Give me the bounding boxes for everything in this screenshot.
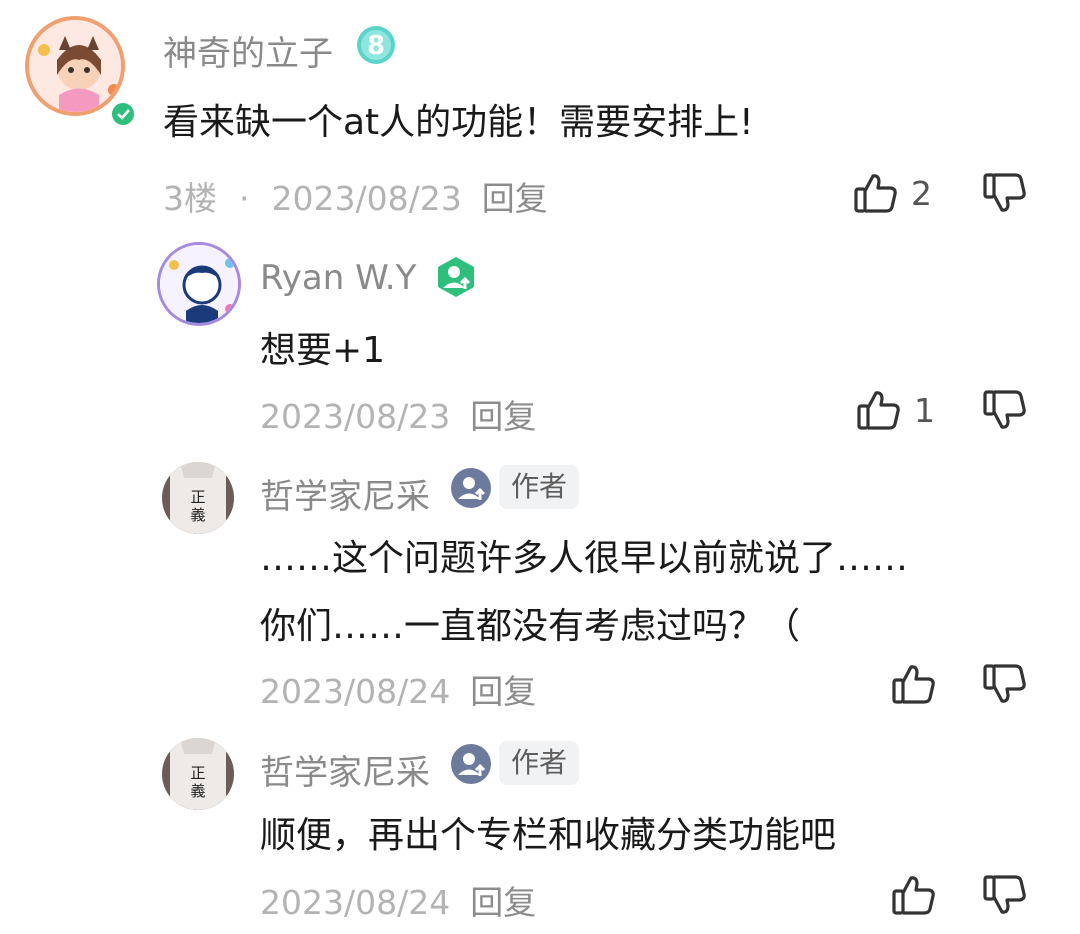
separator: · [239, 179, 250, 218]
author-tag: 作者 [499, 465, 580, 509]
avatar-image [160, 245, 238, 323]
like-button[interactable]: 2 [853, 170, 932, 216]
svg-text:義: 義 [190, 506, 205, 524]
comment-text-line-2: 你们……一直都没有考虑过吗？（ [260, 606, 801, 647]
comment-text: 想要+1 [260, 330, 386, 371]
author-tag: 作者 [499, 741, 580, 785]
thumbs-up-icon [856, 387, 902, 433]
reply-button[interactable]: 回复 [482, 179, 548, 218]
avatar-image: 正 義 [162, 462, 234, 534]
comment-date: 2023/08/23 [271, 179, 462, 218]
thumbs-up-icon [891, 872, 937, 918]
floor-number: 3楼 [163, 179, 217, 218]
reply-button[interactable]: 回复 [470, 397, 536, 436]
level-number: 8 [367, 31, 385, 61]
verified-icon [110, 101, 136, 127]
thumbs-down-icon[interactable] [982, 170, 1028, 216]
like-button[interactable] [891, 661, 949, 707]
thumbs-up-icon [891, 661, 937, 707]
reply-button[interactable]: 回复 [470, 672, 536, 711]
comment-text: ……这个问题许多人很早以前就说了…… [260, 538, 909, 579]
avatar[interactable] [157, 242, 241, 326]
comment-meta: 3楼 · 2023/08/23 回复 [163, 172, 548, 220]
like-button[interactable]: 1 [856, 387, 935, 433]
like-count: 1 [914, 390, 935, 430]
comment-meta: 2023/08/23 回复 [260, 390, 536, 438]
avatar[interactable]: 正 義 [162, 738, 234, 810]
svg-text:正: 正 [190, 488, 205, 506]
comment-thread: 神奇的立子 8 看来缺一个at人的功能！需要安排上! 3楼 · 2023/08/23… [0, 0, 1080, 934]
comment-date: 2023/08/24 [260, 883, 451, 922]
like-count: 2 [911, 173, 932, 213]
avatar[interactable]: 正 義 [162, 462, 234, 534]
username[interactable]: 哲学家尼采 [260, 469, 430, 518]
comment-text: 看来缺一个at人的功能！需要安排上! [163, 102, 754, 143]
thumbs-down-icon[interactable] [982, 387, 1028, 433]
level-badge-icon: 8 [355, 24, 397, 70]
comment-text: 顺便，再出个专栏和收藏分类功能吧 [260, 815, 837, 856]
thumbs-down-icon[interactable] [982, 872, 1028, 918]
upgrade-badge-icon [434, 255, 478, 299]
avatar-image: 正 義 [162, 738, 234, 810]
comment-meta: 2023/08/24 回复 [260, 665, 536, 713]
svg-text:正: 正 [190, 764, 205, 782]
comment-date: 2023/08/23 [260, 397, 451, 436]
reply-button[interactable]: 回复 [470, 883, 536, 922]
comment-meta: 2023/08/24 回复 [260, 876, 536, 924]
upgrade-badge-icon [450, 743, 492, 785]
username[interactable]: 神奇的立子 [163, 26, 333, 75]
comment-date: 2023/08/24 [260, 672, 451, 711]
thumbs-down-icon[interactable] [982, 661, 1028, 707]
username[interactable]: Ryan W.Y [260, 258, 416, 298]
svg-text:義: 義 [190, 782, 205, 800]
thumbs-up-icon [853, 170, 899, 216]
upgrade-badge-icon [450, 467, 492, 509]
like-button[interactable] [891, 872, 949, 918]
username[interactable]: 哲学家尼采 [260, 745, 430, 794]
